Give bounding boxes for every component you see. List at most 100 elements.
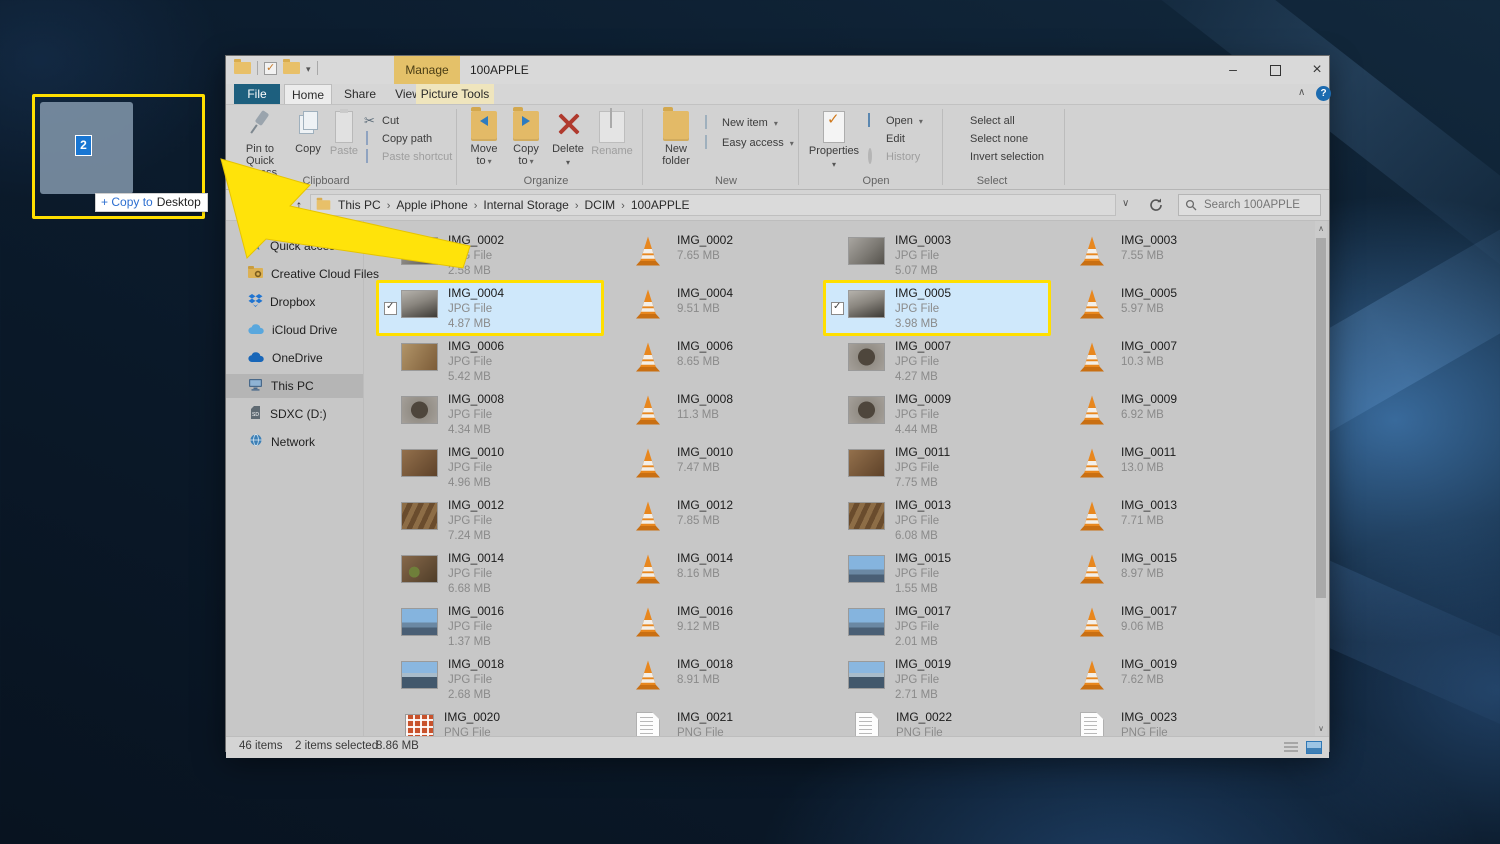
address-dropdown-caret-icon[interactable]: ∨ [1122, 198, 1129, 209]
open-button[interactable]: Open [868, 113, 923, 129]
file-item-img_0008[interactable]: IMG_000811.3 MB [614, 389, 844, 442]
file-item-img_0017[interactable]: IMG_0017JPG File2.01 MB [833, 601, 1063, 654]
file-item-img_0009[interactable]: IMG_00096.92 MB [1058, 389, 1288, 442]
scrollbar-thumb[interactable] [1316, 238, 1326, 598]
easy-access-button[interactable]: Easy access [704, 135, 794, 151]
close-button[interactable] [1298, 56, 1336, 84]
copy-path-button[interactable]: Copy path [364, 131, 432, 147]
breadcrumb-segment[interactable]: Apple iPhone [390, 198, 473, 212]
file-item-img_0009[interactable]: IMG_0009JPG File4.44 MB [833, 389, 1063, 442]
file-item-img_0015[interactable]: IMG_00158.97 MB [1058, 548, 1288, 601]
file-item-img_0005[interactable]: IMG_00055.97 MB [1058, 283, 1288, 336]
file-item-img_0020[interactable]: IMG_0020PNG File [386, 707, 616, 736]
paste-button[interactable]: Paste [326, 109, 362, 169]
file-item-img_0002[interactable]: IMG_0002JPG File2.58 MB [386, 230, 616, 283]
history-button[interactable]: History [868, 149, 920, 165]
file-item-img_0006[interactable]: IMG_00068.65 MB [614, 336, 844, 389]
file-item-img_0021[interactable]: IMG_0021PNG File [614, 707, 844, 736]
file-item-img_0005[interactable]: IMG_0005JPG File3.98 MB [833, 283, 1063, 336]
tab-picture-tools[interactable]: Picture Tools [416, 84, 494, 104]
scroll-up-icon[interactable]: ∧ [1315, 221, 1327, 236]
tab-home[interactable]: Home [284, 84, 332, 104]
sidebar-item-icloud-drive[interactable]: iCloud Drive [226, 318, 363, 342]
manage-contextual-tab[interactable]: Manage [394, 56, 460, 84]
help-icon[interactable]: ? [1316, 86, 1331, 101]
file-item-img_0003[interactable]: IMG_00037.55 MB [1058, 230, 1288, 283]
sidebar-item-onedrive[interactable]: OneDrive [226, 346, 363, 370]
sidebar-item-creative-cloud-files[interactable]: Creative Cloud Files [226, 262, 363, 286]
breadcrumb-segment[interactable]: 100APPLE [625, 198, 696, 212]
file-item-img_0019[interactable]: IMG_00197.62 MB [1058, 654, 1288, 707]
file-item-img_0011[interactable]: IMG_0011JPG File7.75 MB [833, 442, 1063, 495]
file-item-img_0023[interactable]: IMG_0023PNG File [1058, 707, 1288, 736]
invert-selection-button[interactable]: Invert selection [952, 149, 1044, 165]
sidebar-item-sdxc-d-[interactable]: SDSDXC (D:) [226, 402, 363, 426]
breadcrumb-segment[interactable]: Internal Storage [477, 198, 574, 212]
file-item-img_0008[interactable]: IMG_0008JPG File4.34 MB [386, 389, 616, 442]
file-item-img_0014[interactable]: IMG_00148.16 MB [614, 548, 844, 601]
checkbox-icon[interactable] [264, 62, 277, 75]
breadcrumb[interactable]: This PC›Apple iPhone›Internal Storage›DC… [310, 194, 1116, 216]
file-item-img_0013[interactable]: IMG_00137.71 MB [1058, 495, 1288, 548]
file-item-img_0017[interactable]: IMG_00179.06 MB [1058, 601, 1288, 654]
file-item-img_0012[interactable]: IMG_0012JPG File7.24 MB [386, 495, 616, 548]
qat-dropdown-caret-icon[interactable] [306, 61, 311, 75]
back-icon[interactable]: ← [234, 190, 254, 220]
file-item-img_0018[interactable]: IMG_00188.91 MB [614, 654, 844, 707]
file-item-img_0010[interactable]: IMG_0010JPG File4.96 MB [386, 442, 616, 495]
thumbnail-view-icon[interactable] [1306, 741, 1322, 754]
select-none-button[interactable]: Select none [952, 131, 1028, 147]
collapse-ribbon-icon[interactable]: ∧ [1298, 87, 1305, 98]
paste-shortcut-button[interactable]: Paste shortcut [364, 149, 452, 165]
sidebar-item-this-pc[interactable]: This PC [226, 374, 363, 398]
item-checkbox[interactable] [831, 302, 844, 315]
file-item-img_0003[interactable]: IMG_0003JPG File5.07 MB [833, 230, 1063, 283]
new-item-button[interactable]: New item [704, 115, 778, 131]
file-item-img_0015[interactable]: IMG_0015JPG File1.55 MB [833, 548, 1063, 601]
file-item-img_0016[interactable]: IMG_00169.12 MB [614, 601, 844, 654]
search-input[interactable] [1202, 198, 1316, 212]
copy-button[interactable]: Copy [290, 109, 326, 169]
file-item-img_0016[interactable]: IMG_0016JPG File1.37 MB [386, 601, 616, 654]
file-item-img_0022[interactable]: IMG_0022PNG File [833, 707, 1063, 736]
details-view-icon[interactable] [1284, 742, 1298, 753]
select-all-button[interactable]: Select all [952, 113, 1015, 129]
recent-locations-caret-icon[interactable]: ∨ [274, 190, 288, 220]
forward-icon[interactable]: → [256, 190, 274, 220]
breadcrumb-segment[interactable]: This PC [332, 198, 387, 212]
file-item-img_0006[interactable]: IMG_0006JPG File5.42 MB [386, 336, 616, 389]
rename-button[interactable]: Rename [590, 109, 634, 169]
file-item-img_0004[interactable]: IMG_00049.51 MB [614, 283, 844, 336]
item-checkbox[interactable] [384, 302, 397, 315]
refresh-icon[interactable] [1148, 197, 1164, 213]
cut-button[interactable]: Cut [364, 113, 399, 129]
move-to-button[interactable]: Move to [464, 109, 504, 169]
file-item-img_0011[interactable]: IMG_001113.0 MB [1058, 442, 1288, 495]
copy-to-button[interactable]: Copy to [506, 109, 546, 169]
file-item-img_0012[interactable]: IMG_00127.85 MB [614, 495, 844, 548]
file-item-img_0019[interactable]: IMG_0019JPG File2.71 MB [833, 654, 1063, 707]
file-item-img_0007[interactable]: IMG_0007JPG File4.27 MB [833, 336, 1063, 389]
minimize-button[interactable] [1214, 56, 1252, 84]
sidebar-item-network[interactable]: Network [226, 430, 363, 454]
vertical-scrollbar[interactable]: ∧ ∨ [1315, 221, 1327, 736]
tab-file[interactable]: File [234, 84, 280, 104]
maximize-button[interactable] [1256, 56, 1294, 84]
file-item-img_0007[interactable]: IMG_000710.3 MB [1058, 336, 1288, 389]
sidebar-item-dropbox[interactable]: Dropbox [226, 290, 363, 314]
folder-icon[interactable] [283, 62, 300, 74]
file-item-img_0013[interactable]: IMG_0013JPG File6.08 MB [833, 495, 1063, 548]
file-item-img_0018[interactable]: IMG_0018JPG File2.68 MB [386, 654, 616, 707]
file-item-img_0010[interactable]: IMG_00107.47 MB [614, 442, 844, 495]
delete-button[interactable]: Delete [548, 109, 588, 169]
new-folder-button[interactable]: New folder [654, 109, 698, 169]
edit-button[interactable]: Edit [868, 131, 905, 147]
properties-button[interactable]: Properties [808, 109, 860, 169]
file-item-img_0014[interactable]: IMG_0014JPG File6.68 MB [386, 548, 616, 601]
sidebar-item-quick-access[interactable]: Quick access [226, 234, 363, 258]
file-item-img_0004[interactable]: IMG_0004JPG File4.87 MB [386, 283, 616, 336]
search-box[interactable] [1178, 194, 1321, 216]
pin-to-quick-access-button[interactable]: Pin to Quick access [234, 109, 286, 169]
up-icon[interactable]: ↑ [290, 190, 308, 220]
scroll-down-icon[interactable]: ∨ [1315, 721, 1327, 736]
